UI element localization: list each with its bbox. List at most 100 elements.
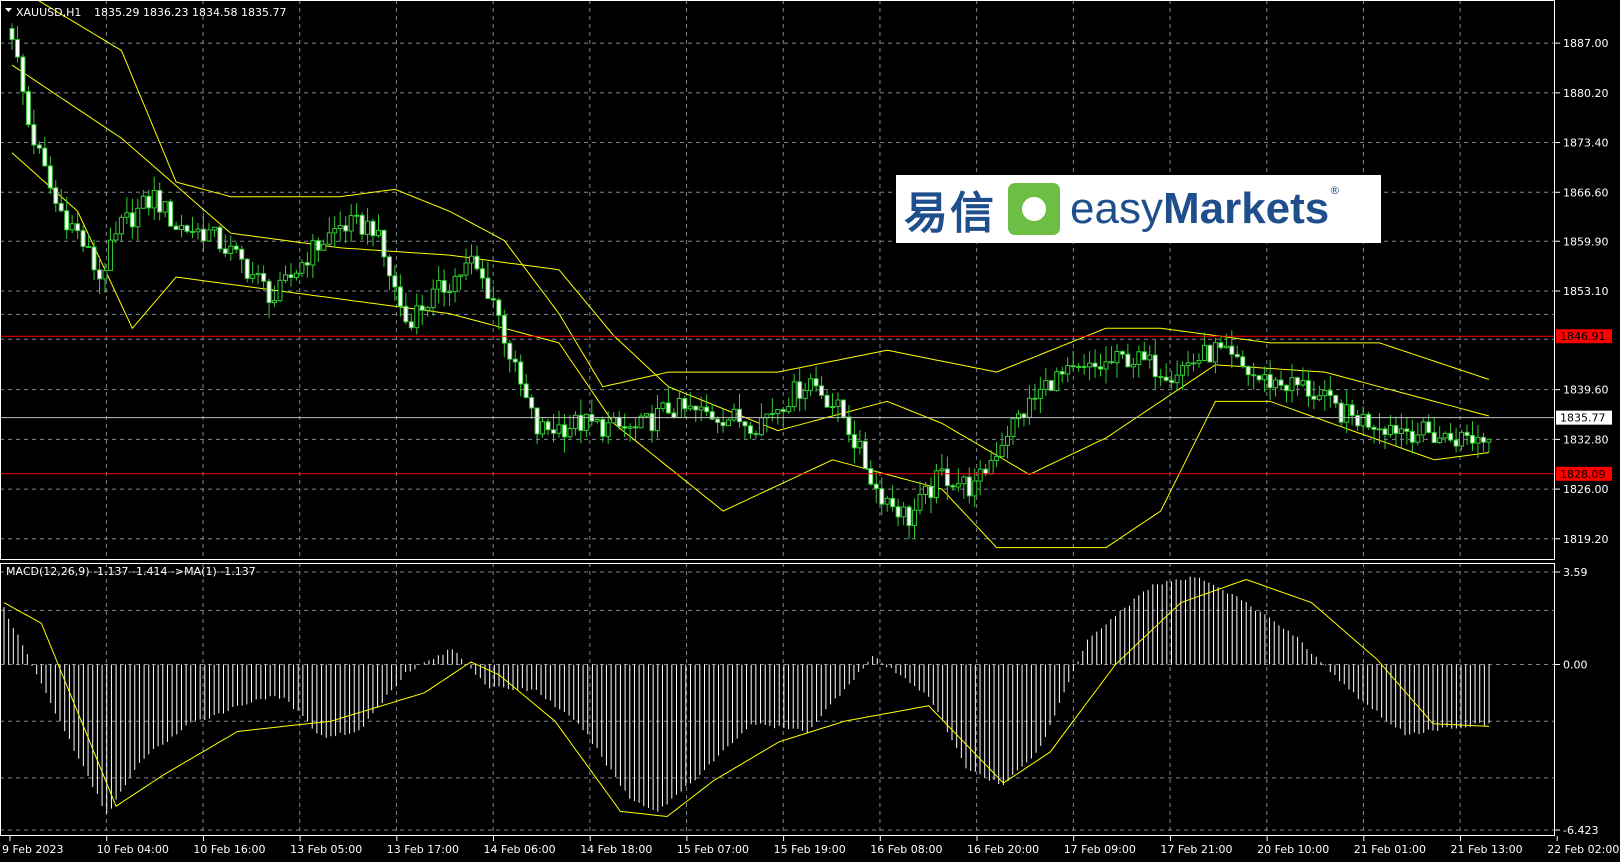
- candle-body: [255, 273, 261, 276]
- candle-body: [195, 228, 201, 233]
- macd-panel-frame: [0, 563, 1555, 836]
- candle-body: [966, 476, 972, 497]
- time-tick-label: 21 Feb 01:00: [1354, 843, 1426, 856]
- symbol-label: XAUUSD,H1: [16, 6, 81, 19]
- candle-body: [463, 262, 469, 276]
- candle-body: [425, 307, 431, 311]
- candle-body: [912, 509, 918, 527]
- candle-body: [704, 406, 710, 413]
- candle-body: [168, 201, 174, 227]
- candle-body: [835, 399, 841, 408]
- candle-body: [414, 305, 420, 329]
- candle-body: [928, 485, 934, 499]
- candle-body: [824, 394, 830, 408]
- candle-body: [622, 426, 628, 429]
- candle-body: [1125, 353, 1131, 368]
- candle-body: [365, 220, 371, 235]
- candle-body: [359, 214, 365, 235]
- time-tick-label: 13 Feb 05:00: [290, 843, 362, 856]
- candle-body: [250, 274, 256, 279]
- candle-body: [676, 397, 682, 419]
- candle-body: [1191, 362, 1197, 365]
- macd-header: MACD(12,26,9) -1.137 -1.414 ->MA(1) -1.1…: [6, 565, 256, 578]
- candle-body: [490, 298, 496, 301]
- candle-body: [1311, 395, 1317, 400]
- candle-body: [1185, 362, 1191, 367]
- candle-body: [293, 272, 299, 279]
- candle-body: [184, 225, 190, 232]
- candle-body: [1152, 354, 1158, 378]
- time-tick-label: 13 Feb 17:00: [387, 843, 459, 856]
- candle-body: [791, 381, 797, 408]
- candle-body: [819, 385, 825, 396]
- candle-body: [1223, 345, 1229, 349]
- candle-body: [802, 389, 808, 399]
- candle-body: [452, 275, 458, 293]
- candle-body: [75, 223, 81, 232]
- candle-body: [228, 245, 234, 254]
- ohlc-label: 1835.29 1836.23 1834.58 1835.77: [94, 6, 286, 19]
- candle-body: [1262, 374, 1268, 381]
- candle-body: [1437, 437, 1443, 444]
- horizontal-levels[interactable]: 1846.91 1828.09 1835.77: [0, 329, 1612, 481]
- time-tick-label: 21 Feb 13:00: [1451, 843, 1523, 856]
- candle-body: [190, 230, 196, 233]
- logo-registered-mark: ®: [1329, 184, 1341, 197]
- price-tick-label: 1859.90: [1563, 235, 1609, 248]
- candle-body: [999, 444, 1005, 458]
- candle-body: [458, 274, 464, 277]
- candle-body: [261, 273, 267, 282]
- candle-body: [31, 124, 37, 146]
- candle-body: [797, 381, 803, 399]
- time-tick-label: 22 Feb 02:00: [1547, 843, 1619, 856]
- candle-body: [157, 189, 163, 213]
- candle-body: [1404, 428, 1410, 432]
- candle-body: [1426, 421, 1432, 434]
- chevron-down-icon[interactable]: [5, 8, 12, 12]
- candle-body: [1469, 434, 1475, 444]
- candle-body: [917, 493, 923, 511]
- candle-body: [1256, 375, 1262, 381]
- candle-body: [1218, 342, 1224, 349]
- candle-body: [950, 485, 956, 488]
- candle-body: [605, 422, 611, 437]
- candle-body: [1294, 377, 1300, 386]
- candle-body: [1420, 421, 1426, 436]
- candle-body: [1201, 344, 1207, 362]
- candle-body: [217, 226, 223, 250]
- candle-body: [1289, 377, 1295, 392]
- candle-body: [1305, 380, 1311, 397]
- candle-body: [715, 418, 721, 423]
- candle-body: [1130, 363, 1136, 368]
- candle-body: [583, 413, 589, 431]
- bollinger-middle-band: [11, 64, 1490, 476]
- time-tick-label: 20 Feb 10:00: [1257, 843, 1329, 856]
- candle-body: [1212, 342, 1218, 363]
- candle-body: [485, 277, 491, 300]
- candle-body: [988, 459, 994, 475]
- time-tick-label: 17 Feb 21:00: [1160, 843, 1232, 856]
- candle-body: [36, 144, 42, 149]
- time-tick-label: 10 Feb 16:00: [193, 843, 265, 856]
- candle-body: [737, 408, 743, 423]
- easymarkets-logo: 易信 easyMarkets ®: [896, 175, 1381, 243]
- candle-body: [288, 274, 294, 279]
- support-level-line-label: 1828.09: [1560, 468, 1606, 481]
- candle-body: [20, 56, 26, 93]
- candle-body: [1409, 430, 1415, 443]
- price-tick-label: 1826.00: [1563, 483, 1609, 496]
- candle-body: [682, 397, 688, 410]
- candle-body: [436, 279, 442, 290]
- candle-body: [879, 488, 885, 505]
- candle-body: [1327, 390, 1333, 396]
- candle-body: [616, 416, 622, 428]
- candle-body: [693, 405, 699, 411]
- candle-body: [1355, 414, 1361, 427]
- candle-body: [474, 255, 480, 270]
- candle-body: [1065, 365, 1071, 375]
- price-chart[interactable]: 1846.91 1828.09 1835.77 1887.00 1880.20 1873…: [0, 0, 1620, 862]
- candle-body: [173, 225, 179, 231]
- candle-body: [53, 187, 59, 204]
- candle-body: [86, 245, 92, 248]
- candle-body: [1377, 428, 1382, 431]
